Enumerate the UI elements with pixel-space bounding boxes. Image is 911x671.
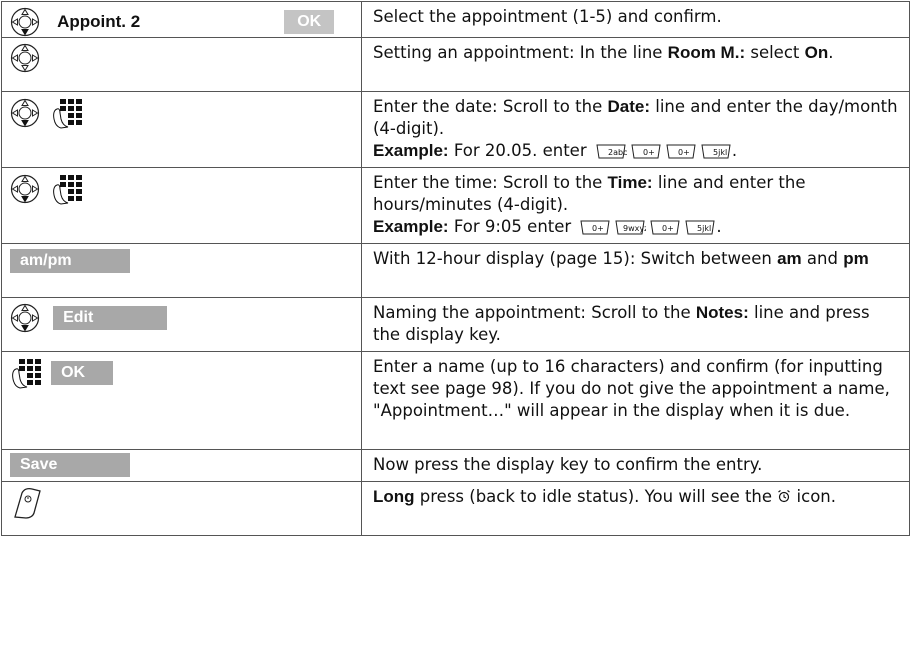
table-row: OK Enter a name (up to 16 characters) an…: [1, 351, 910, 450]
svg-text:0+: 0+: [678, 148, 690, 157]
edit-softkey: Edit: [53, 306, 168, 330]
table-row: Save Now press the display key to confir…: [1, 449, 910, 482]
alarm-clock-icon: [778, 490, 791, 503]
field-name: Notes:: [695, 303, 749, 322]
svg-text:9wxyz: 9wxyz: [623, 224, 646, 233]
table-row: am/pm With 12-hour display (page 15): Sw…: [1, 243, 910, 298]
field-name: Time:: [607, 173, 653, 192]
save-softkey: Save: [10, 453, 130, 477]
step-text: For 9:05 enter: [448, 217, 577, 236]
keypad-icon: [51, 173, 83, 205]
table-row: Long press (back to idle status). You wi…: [1, 481, 910, 536]
instruction-table: Appoint. 2 OK Select the appointment (1-…: [1, 1, 910, 536]
table-row: Edit Naming the appointment: Scroll to t…: [1, 297, 910, 352]
step-text: With 12-hour display (page 15): Switch b…: [373, 249, 778, 268]
field-value: am: [777, 249, 802, 268]
field-name: Date:: [607, 97, 650, 116]
step-text: select: [745, 43, 805, 62]
emphasis: Long: [373, 487, 415, 506]
step-text: icon.: [791, 487, 836, 506]
table-row: Appoint. 2 OK Select the appointment (1-…: [1, 1, 910, 38]
control-key-icon: [10, 43, 40, 73]
svg-text:2abc: 2abc: [608, 148, 627, 157]
step-text: Enter the date: Scroll to the: [373, 97, 608, 116]
step-text: Enter the time: Scroll to the: [373, 173, 608, 192]
step-text: Enter a name (up to 16 characters) and c…: [373, 357, 890, 420]
am-pm-softkey: am/pm: [10, 249, 130, 273]
step-text: .: [731, 141, 738, 160]
svg-text:5jkl: 5jkl: [713, 148, 727, 157]
field-value: pm: [843, 249, 869, 268]
step-text: Select the appointment (1-5) and confirm…: [373, 7, 722, 26]
step-text: For 20.05. enter: [448, 141, 592, 160]
control-key-icon: [10, 303, 40, 333]
key-0-icon: 0+: [579, 219, 611, 236]
svg-text:5jkl: 5jkl: [697, 224, 711, 233]
key-2-icon: 2abc: [595, 143, 627, 160]
field-value: On: [804, 43, 829, 62]
table-row: Enter the time: Scroll to the Time: line…: [1, 167, 910, 244]
svg-text:0+: 0+: [592, 224, 604, 233]
keypad-icon: [10, 357, 42, 389]
control-key-icon: [10, 174, 40, 204]
control-key-icon: [10, 7, 40, 37]
example-label: Example:: [373, 141, 449, 160]
step-text: press (back to idle status). You will se…: [414, 487, 778, 506]
menu-item-label: Appoint. 2: [57, 12, 141, 31]
svg-text:0+: 0+: [662, 224, 674, 233]
step-text: .: [828, 43, 834, 62]
ok-key: OK: [284, 10, 335, 34]
key-0-icon: 0+: [649, 219, 681, 236]
step-text: .: [716, 217, 722, 236]
key-5-icon: 5jkl: [684, 219, 716, 236]
step-text: and: [801, 249, 844, 268]
keypad-icon: [51, 97, 83, 129]
key-5-icon: 5jkl: [700, 143, 732, 160]
step-text: Now press the display key to confirm the…: [373, 455, 763, 474]
field-name: Room M.:: [667, 43, 746, 62]
end-call-key-icon: [14, 487, 41, 519]
step-text: Naming the appointment: Scroll to the: [373, 303, 696, 322]
ok-softkey: OK: [51, 361, 114, 385]
control-key-icon: [10, 98, 40, 128]
example-label: Example:: [373, 217, 449, 236]
svg-text:0+: 0+: [643, 148, 655, 157]
key-0-icon: 0+: [665, 143, 697, 160]
step-text: Setting an appointment: In the line: [373, 43, 668, 62]
table-row: Setting an appointment: In the line Room…: [1, 37, 910, 92]
key-0-icon: 0+: [630, 143, 662, 160]
table-row: Enter the date: Scroll to the Date: line…: [1, 91, 910, 168]
key-9-icon: 9wxyz: [614, 219, 646, 236]
